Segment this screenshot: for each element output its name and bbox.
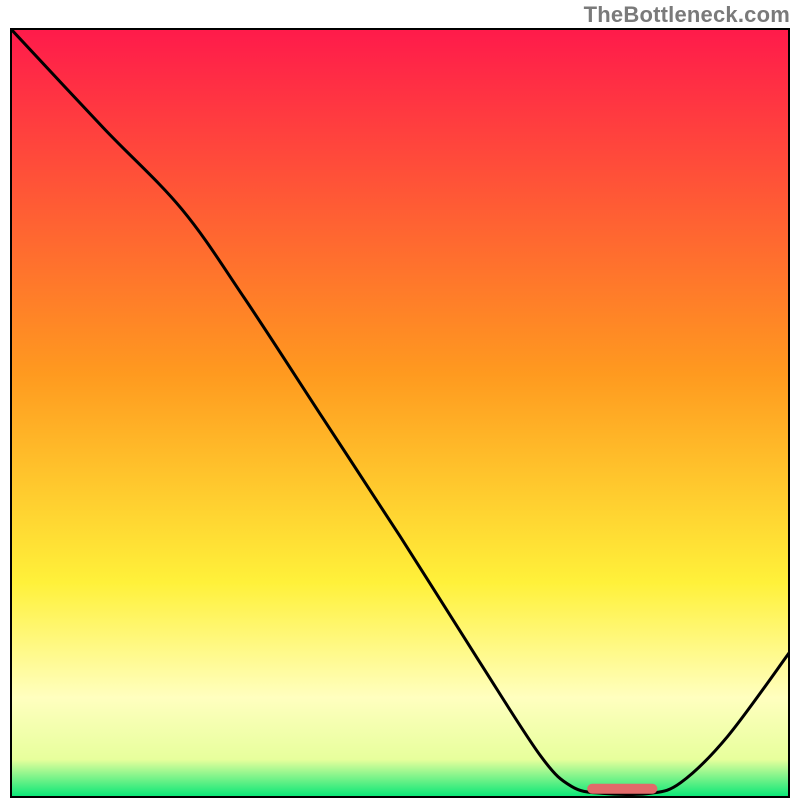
- chart-container: TheBottleneck.com: [0, 0, 800, 800]
- attribution-text: TheBottleneck.com: [584, 2, 790, 28]
- optimal-marker: [587, 784, 657, 794]
- bottleneck-chart: [10, 28, 790, 798]
- gradient-background: [10, 28, 790, 798]
- plot-area: [10, 28, 790, 798]
